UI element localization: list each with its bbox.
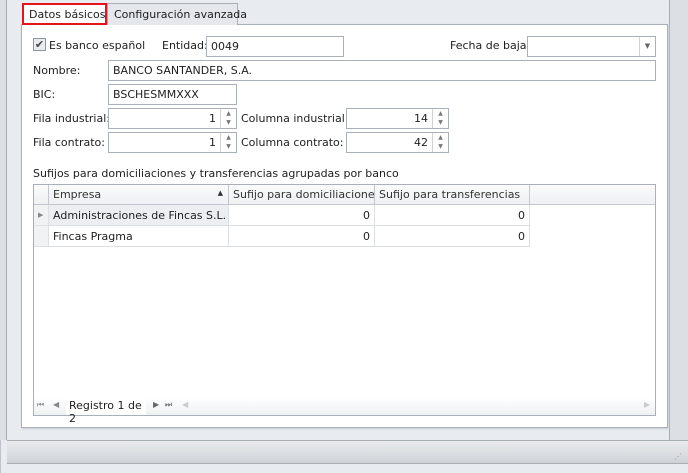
columna-contrato-value: 42 (414, 136, 428, 149)
table-row-cell-transferencias[interactable]: 0 (375, 226, 530, 247)
status-bar: ⋰ (7, 440, 688, 464)
spin-arrows-icon[interactable]: ▲ ▼ (220, 133, 236, 152)
resize-grip-icon[interactable]: ⋰ (674, 452, 682, 461)
scroll-right-icon[interactable]: ▶ (644, 400, 650, 409)
previous-record-icon[interactable]: ◀ (53, 400, 59, 409)
fila-contrato-spinner[interactable]: 1 ▲ ▼ (108, 132, 237, 153)
fila-industrial-value: 1 (209, 112, 216, 125)
nombre-input[interactable]: BANCO SANTANDER, S.A. (108, 60, 656, 81)
table-row-cell-transferencias[interactable]: 0 (375, 205, 530, 226)
fecha-baja-combo[interactable]: ▼ (527, 36, 656, 57)
spin-arrows-icon[interactable]: ▲ ▼ (432, 133, 448, 152)
es-banco-espanol-checkbox[interactable]: ✔ (33, 38, 46, 51)
columna-industrial-value: 14 (414, 112, 428, 125)
columna-contrato-spinner[interactable]: 42 ▲ ▼ (346, 132, 449, 153)
grid-title: Sufijos para domiciliaciones y transfere… (33, 167, 399, 180)
es-banco-espanol-label: Es banco español (49, 39, 146, 52)
column-header-empresa[interactable]: Empresa ▲ (49, 185, 229, 205)
table-row-cell-domiciliaciones[interactable]: 0 (229, 205, 375, 226)
entidad-label: Entidad: (162, 39, 208, 52)
bic-input[interactable]: BSCHESMMXXX (108, 84, 237, 105)
spin-arrows-icon[interactable]: ▲ ▼ (220, 109, 236, 128)
entidad-input[interactable]: 0049 (206, 36, 344, 57)
fecha-baja-label: Fecha de baja: (450, 39, 531, 52)
next-record-icon[interactable]: ▶ (153, 400, 159, 409)
table-row-cell-empresa[interactable]: Fincas Pragma (49, 226, 229, 247)
table-row-cell-domiciliaciones[interactable]: 0 (229, 226, 375, 247)
first-record-icon[interactable]: ⏮ (37, 400, 44, 410)
columna-industrial-spinner[interactable]: 14 ▲ ▼ (346, 108, 449, 129)
row-indicator-header (34, 185, 49, 205)
columna-industrial-label: Columna industrial: (241, 112, 349, 125)
spin-arrows-icon[interactable]: ▲ ▼ (432, 109, 448, 128)
empty-header (530, 185, 655, 205)
fila-contrato-label: Fila contrato: (33, 136, 105, 149)
tab-configuracion-avanzada[interactable]: Configuración avanzada (107, 3, 247, 25)
record-counter: Registro 1 de 2 (66, 397, 146, 425)
fila-industrial-spinner[interactable]: 1 ▲ ▼ (108, 108, 237, 129)
column-header-sufijo-transferencias[interactable]: Sufijo para transferencias (375, 185, 530, 205)
last-record-icon[interactable]: ⏭ (165, 400, 172, 410)
column-header-sufijo-domiciliaciones[interactable]: Sufijo para domiciliaciones (229, 185, 380, 205)
left-border (0, 0, 7, 440)
table-row-cell-empresa[interactable]: Administraciones de Fincas S.L. (49, 205, 229, 226)
fila-industrial-label: Fila industrial: (33, 112, 110, 125)
grid-navigator: ⏮ ◀ Registro 1 de 2 ▶ ⏭ ◀ ▶ (34, 397, 655, 425)
row-indicator-icon[interactable]: ▶ (34, 205, 49, 226)
nombre-label: Nombre: (33, 64, 81, 77)
sort-ascending-icon: ▲ (217, 189, 223, 197)
bic-label: BIC: (33, 88, 56, 101)
tab-datos-basicos[interactable]: Datos básicos (22, 3, 107, 25)
sufijos-grid: Empresa ▲ Sufijo para domiciliaciones Suf… (33, 184, 656, 425)
right-border (669, 0, 688, 440)
fila-contrato-value: 1 (209, 136, 216, 149)
columna-contrato-label: Columna contrato: (241, 136, 344, 149)
chevron-down-icon[interactable]: ▼ (639, 37, 655, 56)
scroll-left-icon[interactable]: ◀ (182, 400, 188, 409)
row-indicator[interactable] (34, 226, 49, 247)
